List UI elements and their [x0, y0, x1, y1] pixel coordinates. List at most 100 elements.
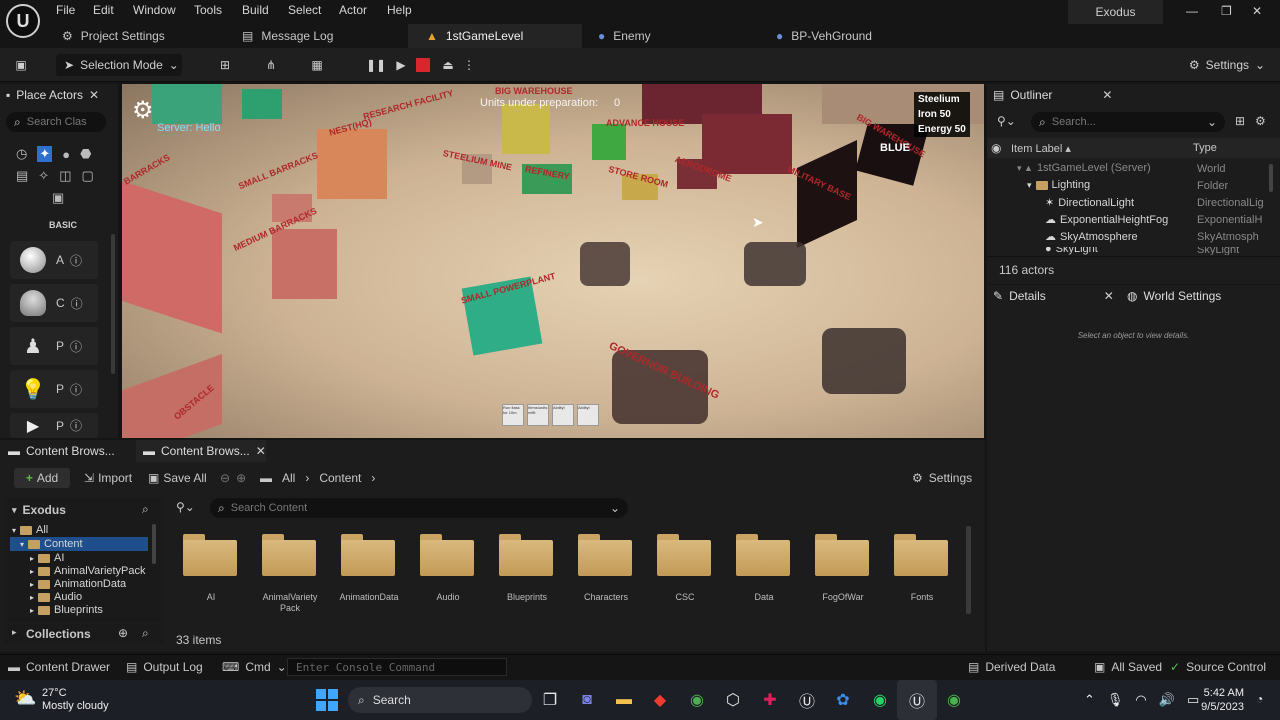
tree-item-ai[interactable]: ▸ AI	[30, 552, 64, 564]
world-settings-tab[interactable]: ◍ World Settings	[1127, 289, 1221, 303]
stop-icon[interactable]	[416, 58, 430, 72]
content-drawer-button[interactable]: ▬ Content Drawer	[8, 660, 110, 674]
add-folder-icon[interactable]: ⊞	[1235, 114, 1245, 128]
collections-header[interactable]: ▸ Collections ⊕ ⌕	[4, 624, 164, 644]
save-icon[interactable]: ▣	[10, 54, 32, 76]
weather-widget[interactable]: 27°C Mostly cloudy	[42, 687, 109, 713]
folder-characters[interactable]	[578, 534, 632, 576]
info-icon[interactable]: ⓘ	[71, 295, 83, 312]
whatsapp-icon[interactable]: ◉	[860, 680, 900, 720]
content-browser-tab-2[interactable]: ▬ Content Brows... ✕	[143, 444, 266, 458]
tab-project-settings[interactable]: ⚙ Project Settings	[44, 24, 224, 48]
folder-animalvarietypack[interactable]	[262, 534, 316, 576]
close-icon[interactable]: ✕	[89, 88, 99, 102]
forward-icon[interactable]: ⊕	[236, 471, 246, 485]
extra-category-icon[interactable]: ▣	[52, 190, 64, 206]
folder-csc[interactable]	[657, 534, 711, 576]
add-actor-icon[interactable]: ⊞	[210, 54, 240, 76]
column-item-label[interactable]: Item Label ▴	[1011, 142, 1071, 155]
console-input[interactable]: Enter Console Command	[287, 658, 507, 676]
scrollbar[interactable]	[152, 524, 156, 564]
tree-root[interactable]: ▾ Exodus	[12, 503, 66, 517]
scrollbar[interactable]	[111, 234, 115, 374]
content-search[interactable]: ⌕ Search Content ⌄	[210, 498, 628, 518]
outliner-row[interactable]: ▾ ▲ 1stGameLevel (Server)	[1017, 162, 1151, 174]
filter-icon[interactable]: ⚲⌄	[176, 500, 195, 514]
breadcrumb-all[interactable]: All	[282, 471, 295, 485]
add-collection-icon[interactable]: ⊕	[118, 626, 128, 640]
menu-help[interactable]: Help	[387, 3, 412, 17]
ability-button[interactable]: Abilityl	[577, 404, 599, 426]
menu-actor[interactable]: Actor	[339, 3, 367, 17]
import-button[interactable]: ⇲ Import	[84, 471, 132, 485]
pause-icon[interactable]: ❚❚	[366, 54, 386, 76]
menu-window[interactable]: Window	[133, 3, 176, 17]
recent-icon[interactable]: ◷	[16, 146, 27, 162]
robot-unit[interactable]	[580, 242, 630, 286]
scrollbar[interactable]	[966, 526, 971, 614]
teams-icon[interactable]: ◙	[567, 680, 607, 720]
content-browser-tab-1[interactable]: ▬ Content Brows...	[8, 444, 115, 458]
add-button[interactable]: + Add	[14, 468, 70, 488]
menu-edit[interactable]: Edit	[93, 3, 114, 17]
windows-start-icon[interactable]	[316, 689, 338, 711]
details-tab[interactable]: ✎ Details ✕	[993, 289, 1114, 303]
source-control-button[interactable]: ✓ Source Control	[1170, 660, 1266, 674]
outliner-row[interactable]: ● SkyLight	[1045, 247, 1098, 255]
unreal-logo-icon[interactable]: U	[6, 4, 40, 38]
outliner-search[interactable]: ⌕ Search... ⌄	[1031, 112, 1225, 132]
level-viewport[interactable]: BIG WAREHOUSE RESEARCH FACILITY NEST(HQ)…	[122, 84, 984, 438]
all-saved-button[interactable]: ▣ All Saved	[1094, 660, 1162, 674]
more-options-icon[interactable]: ⋮	[462, 54, 476, 76]
step-icon[interactable]: ▶	[391, 54, 411, 76]
column-type[interactable]: Type	[1193, 142, 1217, 154]
menu-tools[interactable]: Tools	[194, 3, 222, 17]
place-actors-tab[interactable]: ▪ Place Actors ✕	[6, 88, 99, 102]
scrollbar[interactable]	[1269, 164, 1273, 192]
outliner-row[interactable]: ▾ Lighting	[1027, 179, 1090, 191]
robot-unit[interactable]	[744, 242, 806, 286]
menu-select[interactable]: Select	[288, 3, 321, 17]
notification-icon[interactable]: ◔	[1256, 692, 1263, 706]
volume-icon[interactable]: 🔊	[1159, 692, 1175, 708]
outliner-row[interactable]: ✶ DirectionalLight	[1045, 196, 1134, 210]
folder-data[interactable]	[736, 534, 790, 576]
derived-data-button[interactable]: ▤ Derived Data	[968, 660, 1055, 674]
blueprint-menu-icon[interactable]: ⋔	[256, 54, 286, 76]
breadcrumb-content[interactable]: Content	[319, 471, 361, 485]
actor-player-start[interactable]: ▶ Pⓘ	[10, 413, 98, 438]
folder-audio[interactable]	[420, 534, 474, 576]
tree-item-blueprints[interactable]: ▸ Blueprints	[30, 604, 103, 616]
search-icon[interactable]: ⌕	[142, 626, 149, 641]
basic-icon[interactable]: ✦	[37, 146, 53, 162]
chrome-icon[interactable]: ◉	[934, 680, 974, 720]
unreal-icon[interactable]: Ⓤ	[787, 680, 827, 720]
battery-icon[interactable]: ▭	[1187, 692, 1199, 708]
shapes-icon[interactable]: ⬣	[80, 146, 91, 162]
filter-icon[interactable]: ⚲⌄	[997, 114, 1016, 128]
chrome-icon[interactable]: ◉	[677, 680, 717, 720]
toolbar-settings-button[interactable]: ⚙ Settings ⌄	[1186, 54, 1268, 76]
lights-icon[interactable]: ●	[62, 147, 70, 162]
robot-unit[interactable]	[822, 328, 906, 394]
folder-animationdata[interactable]	[341, 534, 395, 576]
close-window-button[interactable]: ✕	[1252, 4, 1262, 18]
weather-icon[interactable]: ⛅	[14, 688, 36, 709]
folder-ai[interactable]	[183, 534, 237, 576]
tab-1stgamelevel[interactable]: ▲ 1stGameLevel	[408, 24, 582, 48]
microphone-icon[interactable]: 🎙	[1107, 692, 1124, 708]
unreal-active-icon[interactable]: Ⓤ	[897, 680, 937, 720]
outliner-tab[interactable]: ▤ Outliner ✕	[993, 88, 1112, 102]
cinematic-icon[interactable]: ▤	[16, 168, 28, 184]
taskbar-search[interactable]: ⌕ Search	[348, 687, 532, 713]
close-icon[interactable]: ✕	[1102, 88, 1112, 102]
cinematics-icon[interactable]: ▦	[302, 54, 332, 76]
folder-fonts[interactable]	[894, 534, 948, 576]
gear-icon[interactable]: ⚙	[1255, 114, 1266, 128]
file-explorer-icon[interactable]: ▬	[604, 680, 644, 720]
tab-enemy[interactable]: ● Enemy	[580, 24, 760, 48]
close-icon[interactable]: ✕	[1104, 289, 1114, 303]
actor-point-light[interactable]: 💡 Pⓘ	[10, 370, 98, 408]
search-icon[interactable]: ⌕	[142, 502, 149, 517]
save-all-button[interactable]: ▣ Save All	[148, 471, 207, 485]
